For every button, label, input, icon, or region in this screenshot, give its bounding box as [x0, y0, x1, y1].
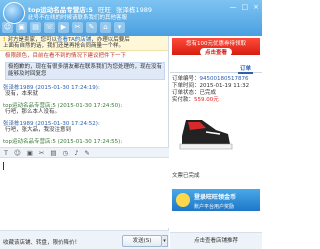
- dropdown-icon[interactable]: ▾: [114, 22, 125, 33]
- shop-recommend-link[interactable]: 点击查看店铺推荐: [170, 232, 262, 249]
- image-icon[interactable]: ▣: [27, 149, 33, 157]
- history-icon[interactable]: ◷: [63, 149, 69, 157]
- maximize-button[interactable]: □: [242, 3, 249, 11]
- sound-icon[interactable]: ♪: [74, 149, 78, 157]
- smile-icon[interactable]: ☺: [2, 22, 13, 33]
- bottom-ad-text[interactable]: 收藏该店铺、转盘，限价降价！: [3, 238, 80, 246]
- message-meta: 张泽栋1989 (2015-01-30 17:24:19):: [3, 85, 100, 91]
- close-button[interactable]: ×: [253, 3, 259, 11]
- send-button[interactable]: 发送(S): [122, 235, 162, 247]
- order-info: 订单编号：94500180517876 下单时间：2015-01-19 11:3…: [172, 76, 262, 104]
- promo-subtitle: 账户平台用户奖励: [194, 204, 235, 210]
- order-tab-bar: 订单: [170, 64, 262, 74]
- folder-icon[interactable]: ▤: [30, 22, 41, 33]
- product-image[interactable]: [176, 114, 234, 154]
- chat-toolbar: ☺ ▣ ▤ ☏ ▶ ✂ ✎ ⌂ ▾: [2, 22, 125, 33]
- tab-order[interactable]: 订单: [238, 64, 254, 74]
- window-controls: — □ ×: [230, 3, 260, 11]
- order-status: 已完成: [199, 90, 217, 96]
- message-meta: top运动名品专营店:5 (2015-01-30 17:24:55):: [3, 139, 123, 145]
- order-no[interactable]: 94500180517876: [200, 76, 249, 82]
- video-icon[interactable]: ▶: [58, 22, 69, 33]
- message-text: 没有，本来就: [5, 91, 39, 97]
- message-text: 行吧，那么本人没有。: [5, 109, 61, 115]
- status-label: 订单状态：: [172, 90, 200, 96]
- shop-icon[interactable]: ⌂: [100, 22, 111, 33]
- promo-title: 登录旺旺领金币: [194, 194, 237, 201]
- order-no-label: 订单编号：: [172, 76, 200, 82]
- text-caret: [3, 162, 4, 170]
- input-toolbar: T ☺ ▣ ✂ ▤ ◷ ♪ ✎: [0, 147, 169, 158]
- coin-icon: [176, 193, 190, 207]
- message-highlight: 极抱歉的，现在有很多朋友都在联系我们为您处理的，现在没有能够及时回复您: [5, 62, 165, 80]
- order-date: 2015-01-19 11:32: [199, 83, 250, 89]
- price-label: 实付款：: [172, 97, 195, 103]
- font-icon[interactable]: T: [4, 149, 8, 157]
- edit-icon[interactable]: ✎: [86, 22, 97, 33]
- bottom-bar: 收藏该店铺、转盘，限价降价！ 发送(S) ▾: [0, 230, 169, 249]
- message-input[interactable]: [0, 158, 169, 228]
- promo-banner[interactable]: 登录旺旺领金币 账户平台用户奖励: [172, 189, 260, 211]
- notice-line2: 上面有自然的话，我们还是再抢合同商量一个样。: [3, 42, 125, 49]
- message-meta: 张泽栋1989 (2015-01-30 17:24:52):: [3, 121, 100, 127]
- message-text: 行吧，张大品，我没注意到: [5, 127, 72, 133]
- side-panel: 您有100元优惠券待领取 点击查看 订单 订单编号：94500180517876…: [170, 36, 262, 249]
- image-icon[interactable]: ▣: [16, 22, 27, 33]
- seller-notice: ! 对方是卖家，您可以查看TA的店铺，办理以后要后 上面有自然的话，我们还是再抢合…: [0, 36, 168, 51]
- shop-avatar[interactable]: [3, 2, 25, 24]
- coupon-banner[interactable]: 您有100元优惠券待领取 点击查看: [172, 38, 260, 56]
- emoji-icon[interactable]: ☺: [14, 149, 21, 157]
- message-meta: top运动名品专营店:5 (2015-01-30 17:24:50):: [3, 103, 123, 109]
- title-bar: top运动名品专营店:5 旺旺 张泽栋1989 此号不在线的时候请联系我们的其他…: [0, 0, 262, 36]
- order-desc: 文票已完成: [172, 173, 200, 179]
- coupon-view-button[interactable]: 点击查看: [199, 48, 232, 56]
- coupon-banner-text: 您有100元优惠券待领取: [186, 41, 246, 47]
- order-price: 559.00元: [194, 97, 219, 103]
- call-icon[interactable]: ☏: [44, 22, 55, 33]
- screenshot-icon[interactable]: ✂: [72, 22, 83, 33]
- minimize-button[interactable]: —: [230, 3, 237, 11]
- file-icon[interactable]: ▤: [50, 149, 56, 157]
- send-options-button[interactable]: ▾: [162, 235, 168, 247]
- window-subtitle: 此号不在线的时候请联系我们的其他客服: [28, 15, 128, 21]
- edit-icon[interactable]: ✎: [84, 149, 89, 157]
- date-label: 下单时间：: [172, 83, 200, 89]
- screenshot-icon[interactable]: ✂: [39, 149, 44, 157]
- message-text: 极限颜色，目前在看不到的情况下建议把件下一下: [5, 53, 127, 59]
